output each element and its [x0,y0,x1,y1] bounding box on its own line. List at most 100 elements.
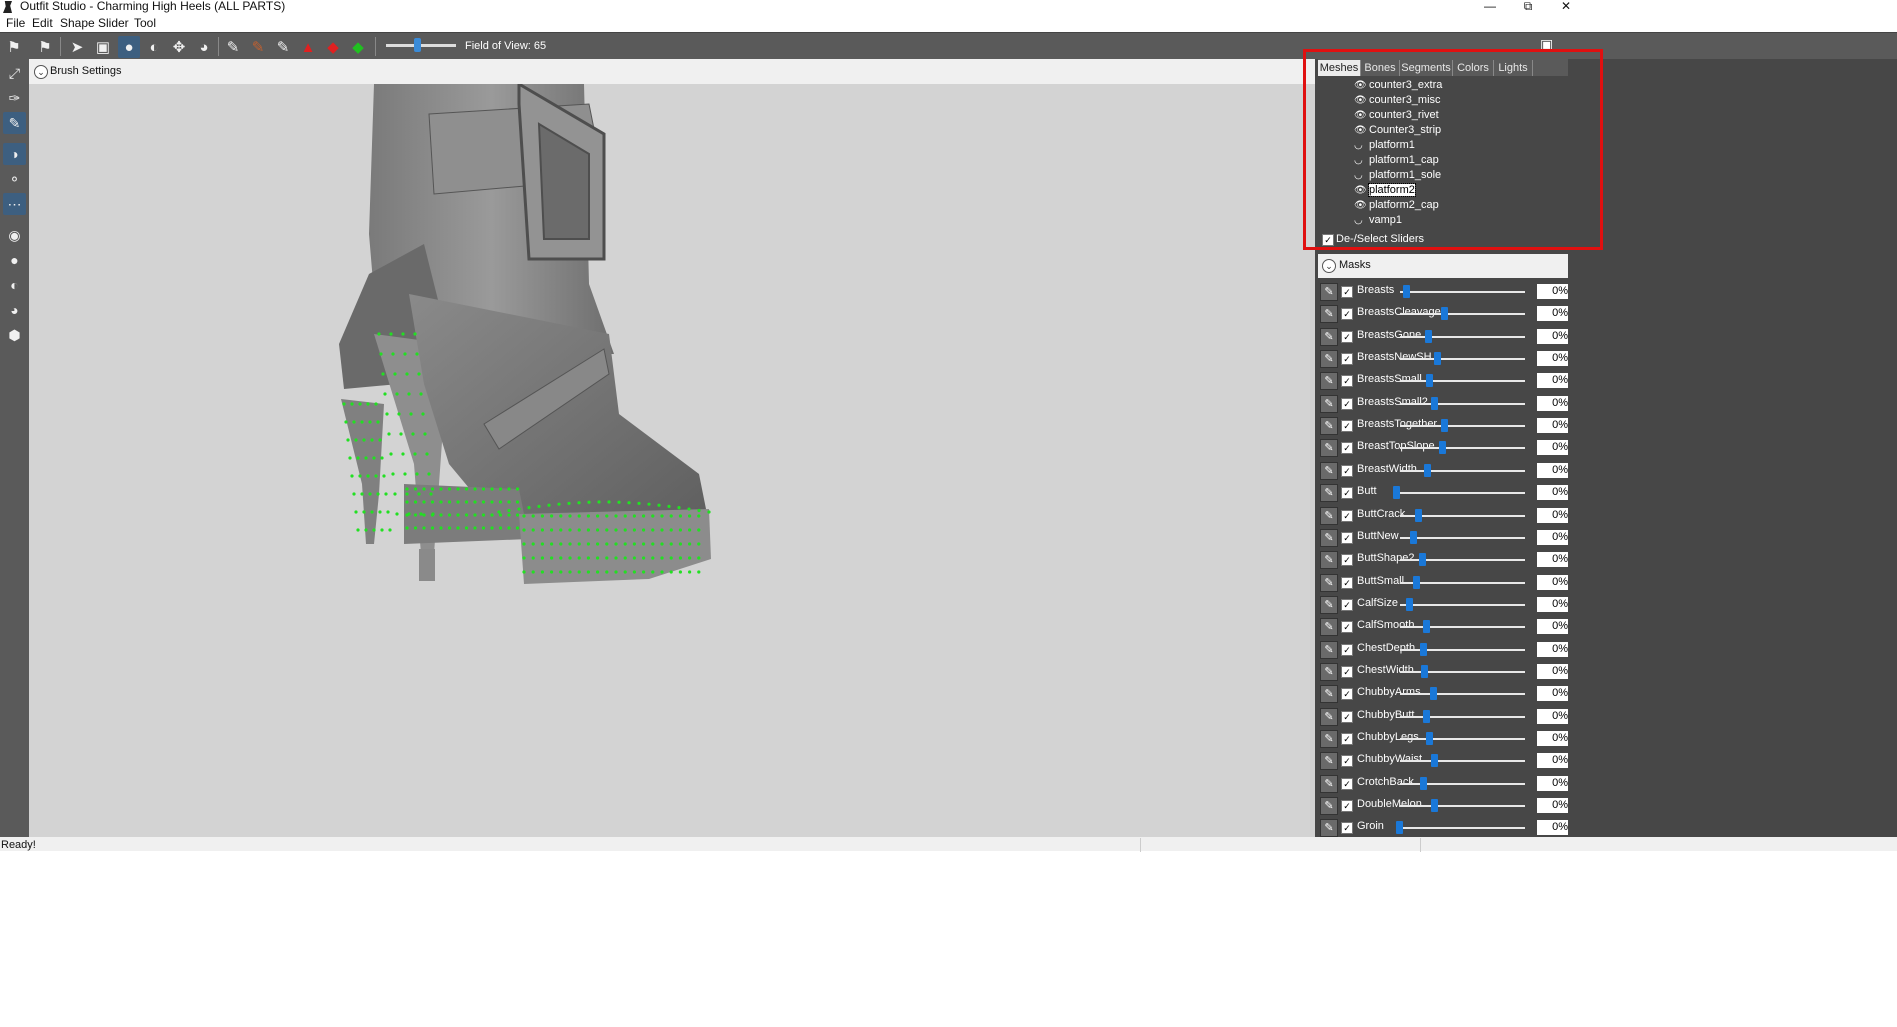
slider-track[interactable] [1400,313,1525,316]
slider-thumb[interactable] [1410,530,1417,544]
slider-value[interactable]: 0% [1537,820,1568,836]
slider-thumb[interactable] [1420,776,1427,790]
slider-thumb[interactable] [1441,307,1449,321]
slider-thumb[interactable] [1438,441,1446,455]
wireframe-icon[interactable]: ● [3,249,26,271]
slider-track[interactable] [1400,402,1525,405]
slider-edit-icon[interactable]: ✎ [1320,506,1338,525]
slider-value[interactable]: 0% [1537,686,1568,702]
slider-checkbox[interactable]: ✓ [1341,598,1353,611]
weight-paint-icon[interactable]: ✎ [222,36,244,58]
slider-checkbox[interactable]: ✓ [1341,397,1353,410]
texture-icon[interactable]: ◕ [3,299,26,321]
slider-track[interactable] [1400,827,1525,830]
slider-edit-icon[interactable]: ✎ [1320,283,1338,301]
slider-track[interactable] [1400,603,1525,606]
slider-value[interactable]: 0% [1537,395,1568,411]
slider-value[interactable]: 0% [1537,731,1568,746]
slider-value[interactable]: 0% [1537,485,1568,501]
slider-thumb[interactable] [1433,352,1441,366]
slider-edit-icon[interactable]: ✎ [1320,372,1338,391]
mask-icon[interactable]: ▣ [92,36,114,58]
slider-track[interactable] [1400,760,1525,763]
inflate-icon[interactable]: ● [118,36,140,58]
slider-track[interactable] [1400,335,1525,338]
slider-edit-icon[interactable]: ✎ [1320,439,1338,458]
slider-thumb[interactable] [1431,396,1439,410]
slider-checkbox[interactable]: ✓ [1341,621,1353,634]
color-paint-icon[interactable]: ✎ [247,36,269,58]
slider-thumb[interactable] [1441,419,1449,433]
slider-checkbox[interactable]: ✓ [1341,420,1353,433]
collision-icon[interactable]: ▲ [297,36,319,58]
slider-edit-icon[interactable]: ✎ [1320,819,1338,838]
slider-value[interactable]: 0% [1537,552,1568,568]
outfit-icon[interactable]: ⚑ [34,36,56,58]
fov-slider-thumb[interactable] [414,38,421,52]
restore-button[interactable]: ⧉ [1508,0,1548,15]
slider-value[interactable]: 0% [1537,328,1568,344]
slider-edit-icon[interactable]: ✎ [1320,752,1338,771]
menu-file[interactable]: File [6,16,25,31]
slider-checkbox[interactable]: ✓ [1341,643,1353,656]
slider-edit-icon[interactable]: ✎ [1320,797,1338,816]
slider-track[interactable] [1400,358,1525,361]
slider-track[interactable] [1400,447,1525,450]
slider-value[interactable]: 0% [1537,507,1568,523]
slider-checkbox[interactable]: ✓ [1341,576,1353,589]
slider-edit-icon[interactable]: ✎ [1320,551,1338,570]
slider-edit-icon[interactable]: ✎ [1320,461,1338,480]
slider-value[interactable]: 0% [1537,284,1568,299]
slider-checkbox[interactable]: ✓ [1341,464,1353,477]
slider-checkbox[interactable]: ✓ [1341,822,1353,835]
smooth-icon[interactable]: ◕ [193,36,215,58]
slider-thumb[interactable] [1392,486,1400,500]
slider-edit-icon[interactable]: ✎ [1320,618,1338,637]
slider-edit-icon[interactable]: ✎ [1320,707,1338,726]
slider-thumb[interactable] [1406,597,1414,611]
slider-thumb[interactable] [1422,709,1430,723]
slider-thumb[interactable] [1426,732,1434,745]
slider-checkbox[interactable]: ✓ [1341,286,1353,298]
slider-edit-icon[interactable]: ✎ [1320,484,1338,503]
fov-slider-track[interactable] [386,44,456,47]
slider-checkbox[interactable]: ✓ [1341,375,1353,388]
slider-track[interactable] [1400,626,1525,629]
slider-checkbox[interactable]: ✓ [1341,487,1353,500]
slider-track[interactable] [1400,738,1525,740]
menu-slider[interactable]: Slider [98,16,129,31]
slider-edit-icon[interactable]: ✎ [1320,528,1338,547]
slider-thumb[interactable] [1431,799,1439,813]
move-icon[interactable]: ✥ [168,36,190,58]
3d-viewport[interactable] [29,84,1315,837]
pin-tool-icon[interactable]: ✑ [3,87,26,109]
project-icon[interactable]: ⚑ [3,36,25,58]
slider-value[interactable]: 0% [1537,306,1568,322]
slider-value[interactable]: 0% [1537,641,1568,657]
slider-checkbox[interactable]: ✓ [1341,554,1353,567]
slider-thumb[interactable] [1431,754,1439,768]
slider-edit-icon[interactable]: ✎ [1320,350,1338,369]
slider-checkbox[interactable]: ✓ [1341,308,1353,321]
close-button[interactable]: ✕ [1546,0,1586,15]
slider-edit-icon[interactable]: ✎ [1320,417,1338,436]
global-icon[interactable]: ⋯ [3,193,26,215]
slider-checkbox[interactable]: ✓ [1341,755,1353,768]
slider-edit-icon[interactable]: ✎ [1320,394,1338,413]
connected-icon[interactable]: ⚬ [3,168,26,190]
slider-value[interactable]: 0% [1537,574,1568,590]
slider-track[interactable] [1400,782,1525,785]
slider-value[interactable]: 0% [1537,529,1568,545]
brush-tool-icon[interactable]: ✎ [3,112,26,134]
minimize-button[interactable]: — [1470,0,1510,15]
slider-track[interactable] [1400,469,1525,472]
slider-checkbox[interactable]: ✓ [1341,442,1353,455]
menu-shape[interactable]: Shape [60,16,95,31]
slider-checkbox[interactable]: ✓ [1341,509,1353,522]
slider-checkbox[interactable]: ✓ [1341,531,1353,544]
slider-value[interactable]: 0% [1537,753,1568,769]
ref-icon[interactable]: ◆ [322,36,344,58]
slider-track[interactable] [1400,291,1525,293]
slider-value[interactable]: 0% [1537,373,1568,389]
xmirror-icon[interactable]: ◑ [3,143,26,165]
